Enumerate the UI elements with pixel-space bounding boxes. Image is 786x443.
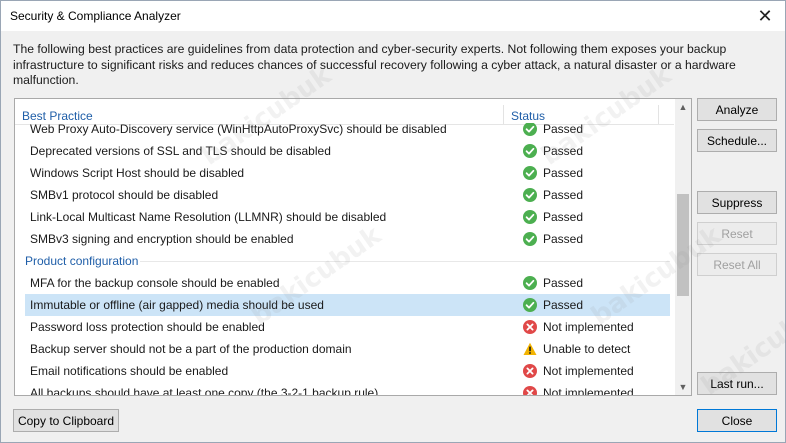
scrollbar-thumb[interactable] bbox=[677, 194, 689, 296]
passed-icon bbox=[523, 298, 537, 312]
list-item[interactable]: Windows Script Host should be disabled Pa… bbox=[25, 162, 670, 184]
schedule-button[interactable]: Schedule... bbox=[697, 129, 777, 152]
description-text: The following best practices are guideli… bbox=[13, 42, 736, 87]
status-label: Not implemented bbox=[543, 320, 634, 334]
status-cell: Passed bbox=[523, 187, 583, 203]
best-practices-list[interactable]: Best Practice Status Web Proxy Auto-Disc… bbox=[14, 98, 692, 396]
status-cell: Passed bbox=[523, 165, 583, 181]
practice-name: Deprecated versions of SSL and TLS shoul… bbox=[30, 144, 331, 158]
column-separator[interactable] bbox=[503, 105, 504, 124]
list-item[interactable]: Password loss protection should be enabl… bbox=[25, 316, 670, 338]
practice-name: SMBv1 protocol should be disabled bbox=[30, 188, 219, 202]
passed-icon bbox=[523, 123, 537, 136]
warning-icon bbox=[523, 342, 537, 356]
practice-name: SMBv3 signing and encryption should be e… bbox=[30, 232, 294, 246]
passed-icon bbox=[523, 232, 537, 246]
list-item[interactable]: Email notifications should be enabled Not… bbox=[25, 360, 670, 382]
list-header: Best Practice Status bbox=[15, 99, 674, 125]
status-label: Unable to detect bbox=[543, 342, 631, 356]
title-bar: Security & Compliance Analyzer ✕ bbox=[1, 1, 785, 31]
close-window-button[interactable]: ✕ bbox=[745, 1, 785, 31]
status-cell: Not implemented bbox=[523, 319, 634, 335]
vertical-scrollbar[interactable]: ▲ ▼ bbox=[675, 99, 691, 395]
scroll-up-arrow-icon[interactable]: ▲ bbox=[675, 99, 691, 115]
status-label: Passed bbox=[543, 276, 584, 290]
dialog-client-area: The following best practices are guideli… bbox=[1, 31, 786, 442]
practice-name: Backup server should not be a part of th… bbox=[30, 342, 352, 356]
list-item[interactable]: SMBv1 protocol should be disabled Passed bbox=[25, 184, 670, 206]
status-cell: Not implemented bbox=[523, 385, 634, 395]
group-header-product-configuration: Product configuration bbox=[25, 250, 670, 272]
status-label: Passed bbox=[543, 144, 584, 158]
column-header-status[interactable]: Status bbox=[511, 109, 545, 123]
passed-icon bbox=[523, 276, 537, 290]
list-item[interactable]: Backup server should not be a part of th… bbox=[25, 338, 670, 360]
status-label: Passed bbox=[543, 166, 584, 180]
suppress-button[interactable]: Suppress bbox=[697, 191, 777, 214]
practice-name: Windows Script Host should be disabled bbox=[30, 166, 245, 180]
not-implemented-icon bbox=[523, 386, 537, 395]
practice-name: Immutable or offline (air gapped) media … bbox=[30, 298, 324, 312]
not-implemented-icon bbox=[523, 320, 537, 334]
copy-to-clipboard-button[interactable]: Copy to Clipboard bbox=[13, 409, 119, 432]
practice-name: Password loss protection should be enabl… bbox=[30, 320, 265, 334]
reset-button[interactable]: Reset bbox=[697, 222, 777, 245]
close-icon: ✕ bbox=[757, 5, 773, 26]
list-item[interactable]: SMBv3 signing and encryption should be e… bbox=[25, 228, 670, 250]
column-separator[interactable] bbox=[658, 105, 659, 124]
list-item[interactable]: Web Proxy Auto-Discovery service (WinHtt… bbox=[25, 123, 670, 140]
status-cell: Passed bbox=[523, 231, 583, 247]
analyze-button[interactable]: Analyze bbox=[697, 98, 777, 121]
practice-name: Web Proxy Auto-Discovery service (WinHtt… bbox=[30, 123, 447, 136]
passed-icon bbox=[523, 210, 537, 224]
status-label: Passed bbox=[543, 298, 584, 312]
status-cell: Not implemented bbox=[523, 363, 634, 379]
status-cell: Unable to detect bbox=[523, 341, 630, 357]
column-header-best-practice[interactable]: Best Practice bbox=[22, 109, 93, 123]
status-label: Passed bbox=[543, 188, 584, 202]
list-item[interactable]: All backups should have at least one cop… bbox=[25, 382, 670, 395]
close-button[interactable]: Close bbox=[697, 409, 777, 432]
status-label: Passed bbox=[543, 123, 584, 136]
practice-name: Email notifications should be enabled bbox=[30, 364, 229, 378]
status-cell: Passed bbox=[523, 297, 583, 313]
status-label: Not implemented bbox=[543, 364, 634, 378]
status-cell: Passed bbox=[523, 209, 583, 225]
reset-all-button[interactable]: Reset All bbox=[697, 253, 777, 276]
status-label: Passed bbox=[543, 232, 584, 246]
status-cell: Passed bbox=[523, 275, 583, 291]
status-cell: Passed bbox=[523, 123, 583, 137]
group-divider bbox=[140, 261, 670, 262]
status-cell: Passed bbox=[523, 143, 583, 159]
practice-name: Link-Local Multicast Name Resolution (LL… bbox=[30, 210, 387, 224]
status-label: Not implemented bbox=[543, 386, 634, 395]
dialog-window: Security & Compliance Analyzer ✕ The fol… bbox=[0, 0, 786, 443]
list-item[interactable]: Link-Local Multicast Name Resolution (LL… bbox=[25, 206, 670, 228]
passed-icon bbox=[523, 166, 537, 180]
window-title: Security & Compliance Analyzer bbox=[10, 9, 181, 23]
list-item[interactable]: MFA for the backup console should be ena… bbox=[25, 272, 670, 294]
list-item[interactable]: Immutable or offline (air gapped) media … bbox=[25, 294, 670, 316]
list-rows: Web Proxy Auto-Discovery service (WinHtt… bbox=[15, 123, 674, 395]
practice-name: MFA for the backup console should be ena… bbox=[30, 276, 280, 290]
not-implemented-icon bbox=[523, 364, 537, 378]
list-item[interactable]: Deprecated versions of SSL and TLS shoul… bbox=[25, 140, 670, 162]
scroll-down-arrow-icon[interactable]: ▼ bbox=[675, 379, 691, 395]
practice-name: All backups should have at least one cop… bbox=[30, 386, 379, 395]
passed-icon bbox=[523, 144, 537, 158]
passed-icon bbox=[523, 188, 537, 202]
group-label: Product configuration bbox=[25, 254, 139, 268]
status-label: Passed bbox=[543, 210, 584, 224]
last-run-button[interactable]: Last run... bbox=[697, 372, 777, 395]
